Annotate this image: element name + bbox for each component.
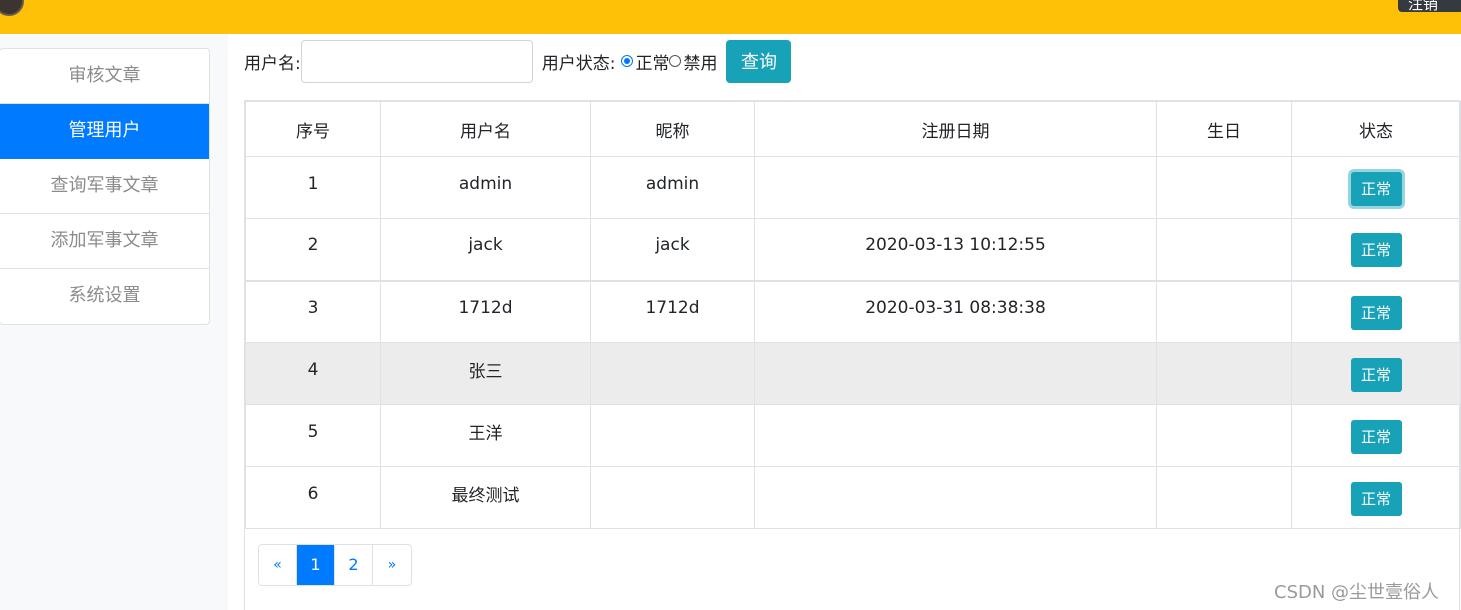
cell-status: 正常 — [1291, 466, 1461, 529]
header-reg-date: 注册日期 — [754, 101, 1157, 157]
header-status: 状态 — [1291, 101, 1461, 157]
cell-birthday — [1156, 466, 1292, 529]
cell-birthday — [1156, 342, 1292, 405]
cell-no: 4 — [245, 342, 381, 405]
cell-no: 3 — [245, 279, 381, 343]
status-label: 用户状态: — [541, 53, 616, 74]
cell-username: 1712d — [380, 279, 591, 343]
status-button[interactable]: 正常 — [1350, 481, 1402, 516]
status-disabled-radio[interactable] — [669, 55, 682, 67]
sidebar-item-review-articles[interactable]: 审核文章 — [0, 49, 209, 104]
table-row: 4 张三 正常 — [245, 342, 1461, 405]
status-normal-label: 正常 — [635, 53, 670, 74]
cell-reg-date — [754, 404, 1157, 467]
cell-status: 正常 — [1291, 404, 1461, 467]
status-button[interactable]: 正常 — [1350, 419, 1402, 454]
header-no: 序号 — [245, 101, 381, 157]
pagination-page-1[interactable]: 1 — [297, 545, 335, 585]
header-birthday: 生日 — [1156, 101, 1292, 157]
logout-button[interactable]: 注销 — [1398, 0, 1461, 12]
table-row: 5 王洋 正常 — [245, 404, 1461, 467]
status-button[interactable]: 正常 — [1350, 357, 1402, 392]
search-form: 用户名: 用户状态: 正常 禁用 查询 — [244, 39, 792, 83]
status-normal-radio[interactable] — [621, 55, 634, 67]
sidebar-item-system-settings[interactable]: 系统设置 — [0, 269, 209, 324]
query-button[interactable]: 查询 — [726, 39, 792, 83]
cell-status: 正常 — [1291, 342, 1461, 405]
cell-birthday — [1156, 218, 1292, 281]
sidebar-item-query-military-articles[interactable]: 查询军事文章 — [0, 159, 209, 214]
status-button[interactable]: 正常 — [1350, 295, 1402, 330]
cell-nickname: 1712d — [590, 279, 755, 343]
watermark-text: CSDN @尘世壹俗人 — [1274, 582, 1440, 603]
cell-reg-date — [754, 466, 1157, 529]
cell-username: jack — [380, 218, 591, 281]
table-row: 1 admin admin 正常 — [245, 156, 1461, 219]
cell-status: 正常 — [1291, 218, 1461, 281]
cell-nickname — [590, 404, 755, 467]
pagination: « 1 2 » — [258, 544, 412, 586]
status-disabled-label: 禁用 — [683, 53, 718, 74]
username-label: 用户名: — [244, 53, 301, 74]
cell-no: 6 — [245, 466, 381, 529]
cell-nickname: admin — [590, 156, 755, 219]
header-username: 用户名 — [380, 101, 591, 157]
cell-no: 1 — [245, 156, 381, 219]
cell-nickname — [590, 466, 755, 529]
cell-status: 正常 — [1291, 156, 1461, 219]
table-row: 3 1712d 1712d 2020-03-31 08:38:38 正常 — [245, 279, 1461, 343]
cell-birthday — [1156, 404, 1292, 467]
header-nickname: 昵称 — [590, 101, 755, 157]
cell-reg-date: 2020-03-13 10:12:55 — [754, 218, 1157, 281]
pagination-prev[interactable]: « — [259, 545, 297, 585]
sidebar-menu: 审核文章 管理用户 查询军事文章 添加军事文章 系统设置 — [0, 48, 210, 325]
status-button[interactable]: 正常 — [1350, 171, 1402, 206]
cell-reg-date — [754, 156, 1157, 219]
cell-nickname — [590, 342, 755, 405]
cell-birthday — [1156, 156, 1292, 219]
status-button[interactable]: 正常 — [1350, 233, 1402, 268]
table-header-row: 序号 用户名 昵称 注册日期 生日 状态 — [245, 101, 1461, 157]
table-row: 2 jack jack 2020-03-13 10:12:55 正常 — [245, 218, 1461, 281]
cell-birthday — [1156, 279, 1292, 343]
cell-no: 2 — [245, 218, 381, 281]
pagination-page-2[interactable]: 2 — [335, 545, 373, 585]
cell-username: 张三 — [380, 342, 591, 405]
table-row: 6 最终测试 正常 — [245, 466, 1461, 529]
sidebar-item-manage-users[interactable]: 管理用户 — [0, 104, 209, 159]
top-navbar: 注销 — [0, 0, 1461, 34]
cell-reg-date — [754, 342, 1157, 405]
cell-username: admin — [380, 156, 591, 219]
cell-username: 王洋 — [380, 404, 591, 467]
cell-nickname: jack — [590, 218, 755, 281]
sidebar-item-add-military-article[interactable]: 添加军事文章 — [0, 214, 209, 269]
cell-username: 最终测试 — [380, 466, 591, 529]
avatar[interactable] — [0, 0, 24, 16]
cell-no: 5 — [245, 404, 381, 467]
pagination-next[interactable]: » — [373, 545, 411, 585]
cell-status: 正常 — [1291, 279, 1461, 343]
users-table: 序号 用户名 昵称 注册日期 生日 状态 1 admin admin 正常 2 … — [245, 101, 1461, 529]
cell-reg-date: 2020-03-31 08:38:38 — [754, 279, 1157, 343]
username-input[interactable] — [300, 39, 533, 83]
users-table-panel: 序号 用户名 昵称 注册日期 生日 状态 1 admin admin 正常 2 … — [244, 100, 1461, 610]
